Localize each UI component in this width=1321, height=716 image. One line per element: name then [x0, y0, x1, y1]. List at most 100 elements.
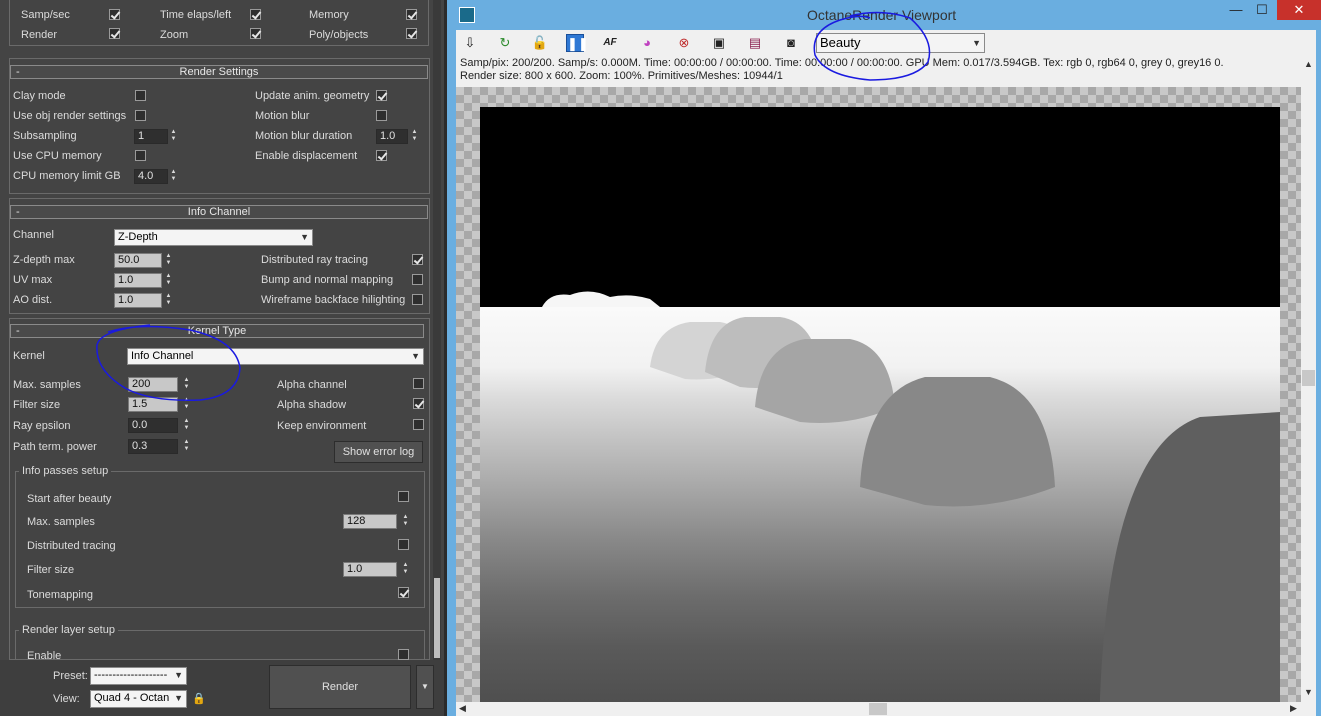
octane-viewport-window: OctaneRender Viewport — ☐ ✕ ⇩ ↻ 🔓 ❚❚ AF …: [447, 0, 1321, 716]
ray-epsilon-spinner[interactable]: ▲ ▼: [182, 418, 191, 433]
channel-select-value: Z-Depth: [118, 231, 158, 243]
vertical-scroll-thumb[interactable]: [1302, 370, 1315, 386]
info-filter-size-input[interactable]: 1.0: [343, 562, 397, 577]
kernel-select[interactable]: Info Channel ▼: [127, 348, 424, 365]
zdepth-max-spinner[interactable]: ▲ ▼: [164, 253, 173, 268]
ray-epsilon-input[interactable]: 0.0: [128, 418, 178, 433]
lock-icon[interactable]: 🔒: [192, 692, 206, 706]
ao-dist-input[interactable]: 1.0: [114, 293, 162, 308]
render-bottom-bar: Preset: -------------------- ▼ View: Quad…: [0, 660, 444, 716]
motion-blur-checkbox[interactable]: [376, 110, 387, 121]
maximize-button[interactable]: ☐: [1249, 0, 1275, 20]
scroll-right-icon[interactable]: ▶: [1290, 703, 1297, 714]
channel-select[interactable]: Z-Depth ▼: [114, 229, 313, 246]
uv-max-spinner[interactable]: ▲ ▼: [164, 273, 173, 288]
path-term-power-spinner[interactable]: ▲ ▼: [182, 439, 191, 454]
render-button[interactable]: Render: [269, 665, 411, 709]
alpha-shadow-checkbox[interactable]: [413, 398, 424, 409]
channel-output-select[interactable]: Beauty ▼: [816, 33, 985, 53]
chevron-down-icon: ▼: [411, 351, 420, 361]
enable-displacement-label: Enable displacement: [255, 150, 358, 162]
af-icon[interactable]: AF: [601, 34, 619, 52]
render-settings-title: Render Settings: [179, 66, 259, 78]
cpu-memory-spinner[interactable]: ▲ ▼: [169, 169, 178, 184]
viewport-horizontal-scrollbar[interactable]: ◀ ▶: [456, 702, 1316, 716]
info-channel-header[interactable]: - Info Channel: [10, 205, 428, 219]
wireframe-backface-checkbox[interactable]: [412, 294, 423, 305]
pause-icon[interactable]: ❚❚: [566, 34, 589, 52]
panel-scrollbar-thumb[interactable]: [434, 578, 440, 658]
poly-objects-checkbox[interactable]: [406, 28, 417, 39]
target-icon[interactable]: ⊗: [675, 34, 693, 52]
horizontal-scroll-thumb[interactable]: [869, 703, 887, 715]
preset-select-value: --------------------: [94, 669, 168, 681]
viewport-vertical-scrollbar[interactable]: ▲ ▼: [1301, 57, 1316, 702]
render-options-button[interactable]: ▼: [416, 665, 434, 709]
render-canvas[interactable]: [456, 87, 1301, 707]
bump-normal-mapping-checkbox[interactable]: [412, 274, 423, 285]
info-max-samples-spinner[interactable]: ▲ ▼: [401, 514, 410, 529]
film-icon[interactable]: ▤: [746, 34, 764, 52]
time-elaps-label: Time elaps/left: [160, 9, 232, 21]
color-picker-icon[interactable]: ◕: [638, 34, 656, 52]
render-stat-checkbox[interactable]: [109, 28, 120, 39]
kernel-label: Kernel: [13, 350, 45, 362]
view-select[interactable]: Quad 4 - Octan ▼: [90, 690, 187, 708]
clay-mode-checkbox[interactable]: [135, 90, 146, 101]
motion-blur-duration-input[interactable]: 1.0: [376, 129, 408, 144]
kernel-type-header[interactable]: - Kernel Type: [10, 324, 424, 338]
memory-checkbox[interactable]: [406, 9, 417, 20]
window-title: OctaneRender Viewport: [807, 7, 957, 23]
memory-label: Memory: [309, 9, 349, 21]
cpu-memory-limit-input[interactable]: 4.0: [134, 169, 168, 184]
zdepth-max-input[interactable]: 50.0: [114, 253, 162, 268]
subsampling-label: Subsampling: [13, 130, 77, 142]
subsampling-input[interactable]: 1: [134, 129, 168, 144]
save-icon[interactable]: ⇩: [461, 34, 479, 52]
alpha-channel-checkbox[interactable]: [413, 378, 424, 389]
filter-size-spinner[interactable]: ▲ ▼: [182, 397, 191, 412]
panel-scrollbar[interactable]: [433, 0, 441, 660]
update-anim-geometry-checkbox[interactable]: [376, 90, 387, 101]
enable-checkbox[interactable]: [398, 649, 409, 660]
render-settings-header[interactable]: - Render Settings: [10, 65, 428, 79]
info-filter-size-spinner[interactable]: ▲ ▼: [401, 562, 410, 577]
enable-displacement-checkbox[interactable]: [376, 150, 387, 161]
ao-dist-spinner[interactable]: ▲ ▼: [164, 293, 173, 308]
distributed-tracing-checkbox[interactable]: [398, 539, 409, 550]
scroll-left-icon[interactable]: ◀: [459, 703, 466, 714]
scroll-down-icon[interactable]: ▼: [1304, 687, 1313, 697]
motion-blur-label: Motion blur: [255, 110, 310, 122]
path-term-power-input[interactable]: 0.3: [128, 439, 178, 454]
bump-normal-mapping-label: Bump and normal mapping: [261, 274, 394, 286]
tonemapping-checkbox[interactable]: [398, 587, 409, 598]
uv-max-input[interactable]: 1.0: [114, 273, 162, 288]
zoom-stat-checkbox[interactable]: [250, 28, 261, 39]
camera-icon[interactable]: ◙: [782, 34, 800, 52]
info-passes-title: Info passes setup: [19, 465, 112, 477]
scroll-up-icon[interactable]: ▲: [1304, 59, 1313, 69]
start-after-beauty-checkbox[interactable]: [398, 491, 409, 502]
viewport-toolbar: ⇩ ↻ 🔓 ❚❚ AF ◕ ⊗ ▣ ▤ ◙ Beauty ▼: [456, 30, 1316, 56]
info-max-samples-input[interactable]: 128: [343, 514, 397, 529]
use-cpu-memory-checkbox[interactable]: [135, 150, 146, 161]
use-obj-render-settings-checkbox[interactable]: [135, 110, 146, 121]
info-filter-size-label: Filter size: [27, 564, 75, 576]
max-samples-spinner[interactable]: ▲ ▼: [182, 377, 191, 392]
keep-environment-checkbox[interactable]: [413, 419, 424, 430]
show-error-log-button[interactable]: Show error log: [334, 441, 423, 463]
lock-icon[interactable]: 🔓: [531, 34, 549, 52]
close-button[interactable]: ✕: [1277, 0, 1321, 20]
render-info-line1: Samp/pix: 200/200. Samp/s: 0.000M. Time:…: [460, 57, 1224, 69]
motion-blur-duration-spinner[interactable]: ▲ ▼: [410, 129, 419, 144]
monitor-icon[interactable]: ▣: [710, 34, 728, 52]
filter-size-input[interactable]: 1.5: [128, 397, 178, 412]
preset-select[interactable]: -------------------- ▼: [90, 667, 187, 685]
subsampling-spinner[interactable]: ▲ ▼: [169, 129, 178, 144]
refresh-icon[interactable]: ↻: [496, 34, 514, 52]
distributed-ray-tracing-checkbox[interactable]: [412, 254, 423, 265]
max-samples-input[interactable]: 200: [128, 377, 178, 392]
minimize-button[interactable]: —: [1223, 0, 1249, 20]
time-elaps-checkbox[interactable]: [250, 9, 261, 20]
samp-sec-checkbox[interactable]: [109, 9, 120, 20]
